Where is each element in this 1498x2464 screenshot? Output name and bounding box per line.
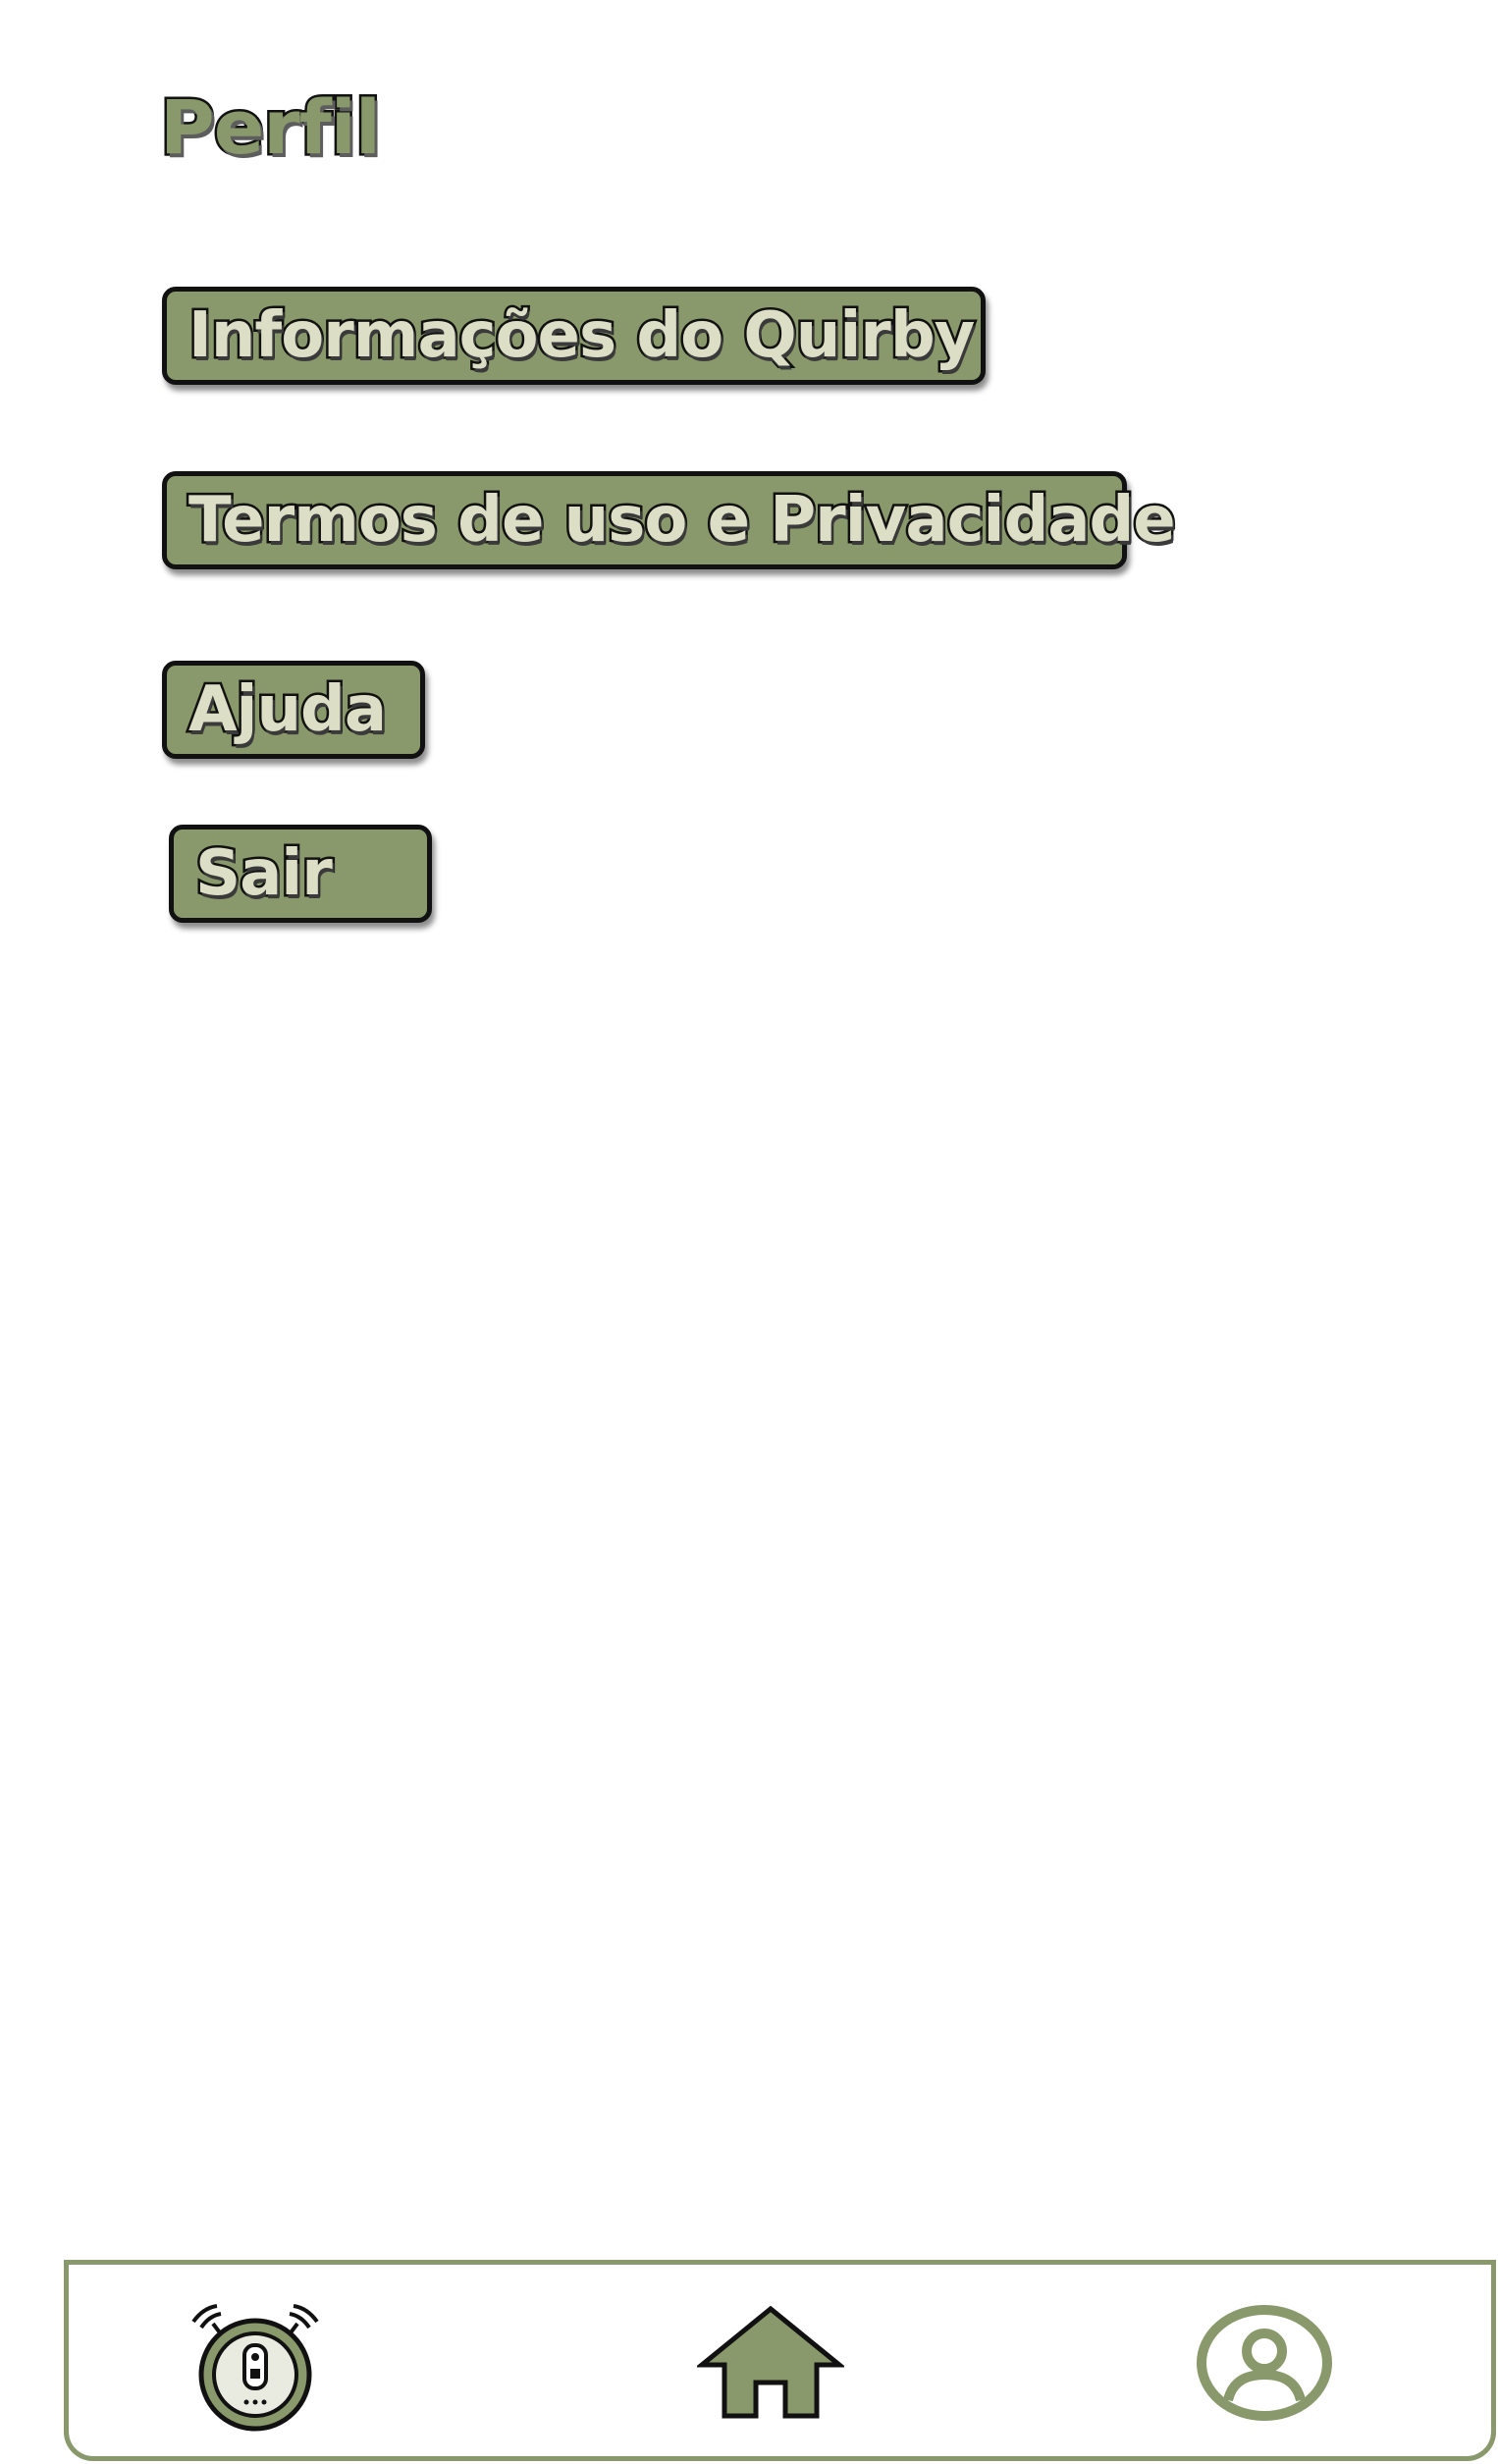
terms-privacy-label: Termos de uso e Privacidade [187,484,1179,557]
nav-profile-button[interactable] [1195,2304,1334,2422]
quirby-info-button[interactable]: Informações do Quirby [162,287,986,385]
nav-home-button[interactable] [697,2304,844,2422]
logout-label: Sair [193,837,336,910]
home-icon [697,2305,844,2419]
terms-privacy-button[interactable]: Termos de uso e Privacidade [162,471,1178,569]
bottom-nav-bar [64,2260,1496,2461]
page-title: Perfil [158,83,384,171]
user-profile-icon [1197,2305,1332,2421]
help-button[interactable]: Ajuda [162,661,425,759]
robot-vacuum-icon [191,2304,319,2432]
logout-button[interactable]: Sair [169,825,432,923]
nav-robot-button[interactable] [182,2294,329,2441]
quirby-info-label: Informações do Quirby [186,299,977,372]
help-label: Ajuda [186,673,389,746]
